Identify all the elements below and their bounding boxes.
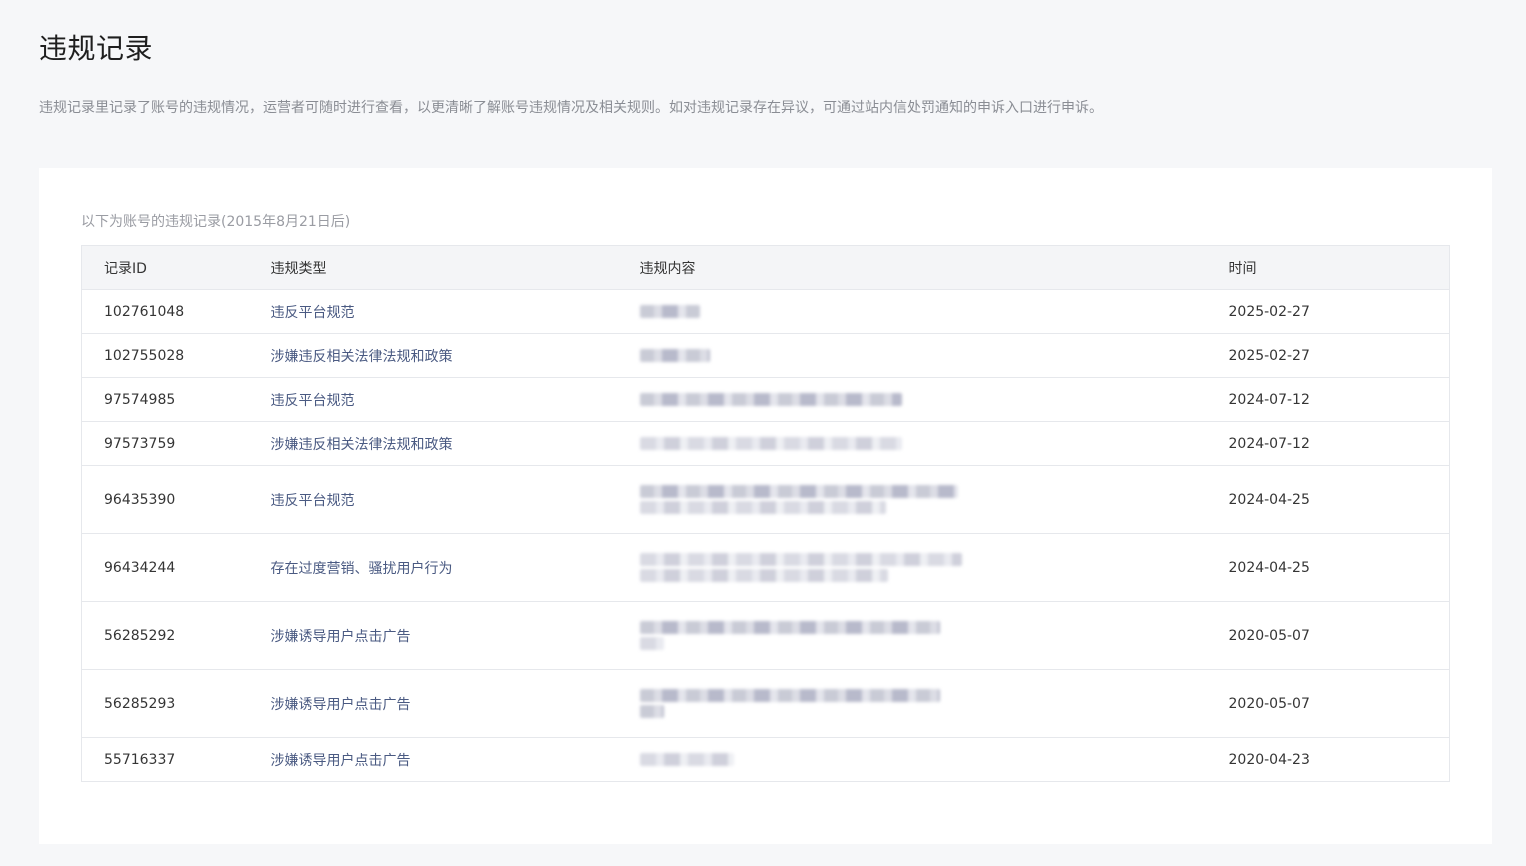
page-description: 违规记录里记录了账号的违规情况，运营者可随时进行查看，以更清晰了解账号违规情况及…	[39, 100, 1103, 116]
table-row: 97574985 违反平台规范 2024-07-12	[81, 377, 1450, 422]
violation-content-redacted	[639, 421, 1229, 466]
record-time: 2024-04-25	[1228, 533, 1450, 602]
column-header-content: 违规内容	[639, 245, 1229, 290]
record-id: 56285292	[81, 601, 271, 670]
record-time: 2025-02-27	[1228, 289, 1450, 334]
violation-content-redacted	[639, 533, 1229, 602]
violation-content-redacted	[639, 377, 1229, 422]
record-id: 102761048	[81, 289, 271, 334]
table-row: 96435390 违反平台规范 2024-04-25	[81, 465, 1450, 534]
record-time: 2024-07-12	[1228, 421, 1450, 466]
violation-content-redacted	[639, 333, 1229, 378]
record-time: 2025-02-27	[1228, 333, 1450, 378]
violation-content-redacted	[639, 465, 1229, 534]
violation-type: 违反平台规范	[270, 377, 640, 422]
table-header-row: 记录ID 违规类型 违规内容 时间	[81, 245, 1450, 290]
violation-type: 涉嫌违反相关法律法规和政策	[270, 333, 640, 378]
record-time: 2024-04-25	[1228, 465, 1450, 534]
violation-content-redacted	[639, 289, 1229, 334]
page-title: 违规记录	[39, 32, 154, 65]
record-time: 2020-05-07	[1228, 601, 1450, 670]
violation-type: 涉嫌诱导用户点击广告	[270, 669, 640, 738]
column-header-time: 时间	[1228, 245, 1450, 290]
violation-content-redacted	[639, 669, 1229, 738]
record-id: 55716337	[81, 737, 271, 782]
violation-records-table: 记录ID 违规类型 违规内容 时间 102761048 违反平台规范 2025-…	[81, 245, 1450, 782]
table-row: 102755028 涉嫌违反相关法律法规和政策 2025-02-27	[81, 333, 1450, 378]
violation-type: 违反平台规范	[270, 465, 640, 534]
record-id: 97574985	[81, 377, 271, 422]
violation-content-redacted	[639, 737, 1229, 782]
record-time: 2020-05-07	[1228, 669, 1450, 738]
table-row: 55716337 涉嫌诱导用户点击广告 2020-04-23	[81, 737, 1450, 782]
record-time: 2020-04-23	[1228, 737, 1450, 782]
table-row: 97573759 涉嫌违反相关法律法规和政策 2024-07-12	[81, 421, 1450, 466]
violation-type: 涉嫌诱导用户点击广告	[270, 601, 640, 670]
violation-type: 存在过度营销、骚扰用户行为	[270, 533, 640, 602]
violation-type: 涉嫌违反相关法律法规和政策	[270, 421, 640, 466]
records-card: 以下为账号的违规记录(2015年8月21日后) 记录ID 违规类型 违规内容 时…	[39, 168, 1492, 844]
table-row: 56285293 涉嫌诱导用户点击广告 2020-05-07	[81, 669, 1450, 738]
record-id: 96434244	[81, 533, 271, 602]
column-header-id: 记录ID	[81, 245, 271, 290]
column-header-type: 违规类型	[270, 245, 640, 290]
records-caption: 以下为账号的违规记录(2015年8月21日后)	[81, 214, 351, 230]
record-time: 2024-07-12	[1228, 377, 1450, 422]
violation-type: 涉嫌诱导用户点击广告	[270, 737, 640, 782]
violation-content-redacted	[639, 601, 1229, 670]
record-id: 102755028	[81, 333, 271, 378]
violation-type: 违反平台规范	[270, 289, 640, 334]
record-id: 97573759	[81, 421, 271, 466]
record-id: 96435390	[81, 465, 271, 534]
table-row: 56285292 涉嫌诱导用户点击广告 2020-05-07	[81, 601, 1450, 670]
table-row: 102761048 违反平台规范 2025-02-27	[81, 289, 1450, 334]
record-id: 56285293	[81, 669, 271, 738]
table-row: 96434244 存在过度营销、骚扰用户行为 2024-04-25	[81, 533, 1450, 602]
